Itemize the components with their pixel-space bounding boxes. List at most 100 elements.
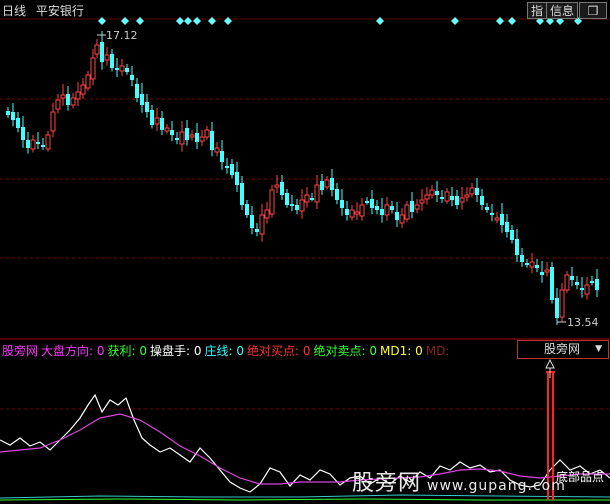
candle-body bbox=[494, 217, 500, 221]
candle-body bbox=[104, 54, 110, 61]
candle-body bbox=[354, 211, 360, 215]
diamond-marker bbox=[508, 17, 516, 25]
candle-body bbox=[90, 57, 96, 80]
candle-body bbox=[590, 281, 594, 283]
candle-body bbox=[399, 214, 405, 224]
candle-body bbox=[525, 263, 529, 265]
profit-line bbox=[0, 498, 610, 501]
candle-body bbox=[160, 118, 164, 130]
indicator-selector[interactable]: 股旁网 ▼ bbox=[517, 340, 609, 359]
diamond-marker bbox=[496, 17, 504, 25]
chevron-down-icon[interactable]: ▼ bbox=[595, 341, 602, 358]
watermark-text: 股旁网 bbox=[352, 471, 422, 496]
candle-body bbox=[140, 94, 144, 105]
candle-body bbox=[135, 84, 139, 98]
indicator-item: 股旁网 bbox=[2, 344, 39, 358]
candle-body bbox=[264, 209, 270, 219]
candle-body bbox=[480, 196, 484, 205]
candle-body bbox=[154, 117, 160, 125]
candle-body bbox=[515, 239, 519, 255]
candle-body bbox=[459, 197, 465, 203]
index-button[interactable]: 指 bbox=[527, 2, 548, 19]
candlestick-series[interactable] bbox=[6, 31, 599, 325]
candle-body bbox=[85, 74, 91, 89]
candle-body bbox=[529, 261, 535, 268]
candle-body bbox=[185, 128, 189, 140]
candle-body bbox=[559, 289, 565, 318]
candle-body bbox=[390, 206, 394, 210]
diamond-marker bbox=[121, 17, 129, 25]
candle-body bbox=[274, 184, 280, 188]
candle-body bbox=[164, 127, 170, 132]
candle-body bbox=[220, 151, 224, 162]
candle-body bbox=[41, 145, 45, 147]
candle-body bbox=[555, 298, 559, 318]
candle-body bbox=[290, 204, 294, 206]
candle-body bbox=[424, 194, 430, 200]
indicator-item: 操盘手: 0 bbox=[150, 344, 202, 358]
diamond-marker bbox=[184, 17, 192, 25]
candle-body bbox=[570, 276, 574, 280]
candle-body bbox=[55, 99, 61, 110]
candle-body bbox=[370, 199, 374, 208]
candle-body bbox=[414, 204, 420, 210]
candle-body bbox=[189, 134, 195, 138]
candle-body bbox=[310, 198, 314, 200]
candle-body bbox=[490, 213, 494, 215]
period-label[interactable]: 日线 bbox=[2, 4, 26, 18]
candle-body bbox=[299, 199, 305, 212]
candle-body bbox=[535, 265, 539, 268]
candle-body bbox=[320, 181, 324, 190]
candle-body bbox=[100, 42, 104, 62]
candle-body bbox=[230, 164, 234, 175]
stock-name: 平安银行 bbox=[35, 4, 84, 18]
indicator-item: 绝对买点: 0 bbox=[247, 344, 311, 358]
candle-body bbox=[119, 65, 125, 72]
candle-body bbox=[550, 267, 554, 300]
candle-body bbox=[419, 199, 425, 204]
candle-body bbox=[175, 138, 179, 140]
candle-body bbox=[60, 94, 66, 99]
candle-body bbox=[225, 166, 229, 168]
chart-stage bbox=[0, 17, 610, 501]
candle-body bbox=[45, 134, 51, 150]
candle-body bbox=[240, 183, 244, 205]
watermark-url: www.gupang.com bbox=[427, 478, 566, 494]
info-button[interactable]: 信息 bbox=[546, 2, 579, 19]
restore-icon[interactable]: ❐ bbox=[579, 2, 607, 19]
low-price-label: 13.54 bbox=[567, 316, 599, 329]
diamond-marker bbox=[136, 17, 144, 25]
candle-body bbox=[330, 178, 334, 190]
candle-body bbox=[75, 91, 81, 100]
candle-body bbox=[255, 229, 259, 232]
candle-body bbox=[365, 201, 369, 203]
candle-body bbox=[259, 214, 265, 235]
candle-body bbox=[444, 191, 450, 202]
candle-body bbox=[485, 207, 489, 210]
candle-body bbox=[6, 111, 10, 115]
candle-body bbox=[475, 188, 479, 195]
candle-body bbox=[204, 129, 210, 138]
candle-body bbox=[145, 102, 149, 112]
candle-body bbox=[110, 54, 114, 68]
candle-body bbox=[335, 189, 339, 200]
diamond-marker bbox=[451, 17, 459, 25]
candle-body bbox=[580, 288, 584, 290]
candle-body bbox=[345, 209, 349, 215]
candle-body bbox=[349, 209, 355, 218]
candle-body bbox=[199, 136, 205, 142]
candle-body bbox=[375, 206, 379, 210]
candle-body bbox=[195, 133, 199, 142]
diamond-marker bbox=[208, 17, 216, 25]
candle-body bbox=[500, 214, 504, 225]
indicator-item: 大盘方向: 0 bbox=[41, 344, 105, 358]
candle-body bbox=[115, 68, 119, 70]
candle-body bbox=[404, 204, 410, 220]
candle-body bbox=[595, 279, 599, 290]
candle-body bbox=[429, 189, 435, 196]
candle-body bbox=[464, 194, 470, 198]
candle-body bbox=[440, 197, 444, 199]
candle-body bbox=[505, 222, 509, 232]
indicator-item: MD1: 0 bbox=[380, 344, 423, 358]
signal-markers bbox=[98, 17, 582, 25]
